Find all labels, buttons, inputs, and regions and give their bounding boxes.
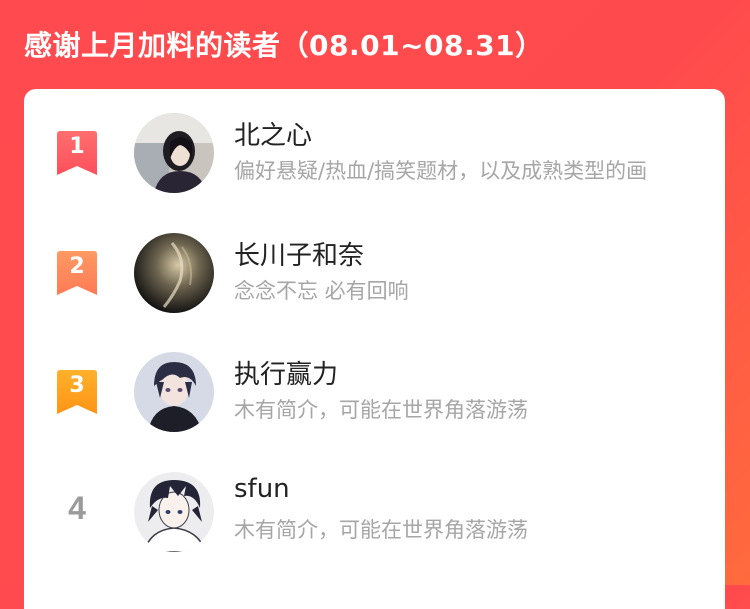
avatar[interactable] (134, 352, 214, 432)
reader-name: 执行赢力 (234, 360, 339, 390)
reader-list-panel: 1 北之心 偏好悬疑/热血/搞笑题材，以及成熟类型的画 2 长川子和奈 念念不忘… (24, 89, 725, 609)
avatar[interactable] (134, 472, 214, 552)
reader-description: 偏好悬疑/热血/搞笑题材，以及成熟类型的画 (234, 159, 648, 183)
reader-description: 木有简介，可能在世界角落游荡 (234, 518, 528, 542)
page-title: 感谢上月加料的读者（08.01~08.31） (24, 29, 544, 62)
reader-name: 长川子和奈 (234, 241, 365, 271)
rank-number: 2 (69, 254, 85, 279)
avatar[interactable] (134, 113, 214, 193)
rank-number: 3 (69, 373, 85, 398)
rank-ribbon-icon: 3 (57, 370, 97, 414)
avatar[interactable] (134, 233, 214, 313)
list-item[interactable]: 1 北之心 偏好悬疑/热血/搞笑题材，以及成熟类型的画 (24, 113, 725, 193)
rank-number: 1 (69, 134, 85, 159)
rank-ribbon-icon: 2 (57, 251, 97, 295)
reader-name: 北之心 (234, 121, 313, 151)
reader-name: sfun (234, 474, 290, 504)
reader-description: 木有简介，可能在世界角落游荡 (234, 398, 528, 422)
reader-description: 念念不忘 必有回响 (234, 279, 409, 303)
list-item[interactable]: 2 长川子和奈 念念不忘 必有回响 (24, 233, 725, 313)
list-item[interactable]: 3 执行赢力 木有简介，可能在世界角落游荡 (24, 352, 725, 432)
list-item[interactable]: 4 sfun 木有简介，可能在世界角落游荡 (24, 472, 725, 552)
rank-ribbon-icon: 1 (57, 131, 97, 175)
rank-number: 4 (68, 490, 86, 526)
